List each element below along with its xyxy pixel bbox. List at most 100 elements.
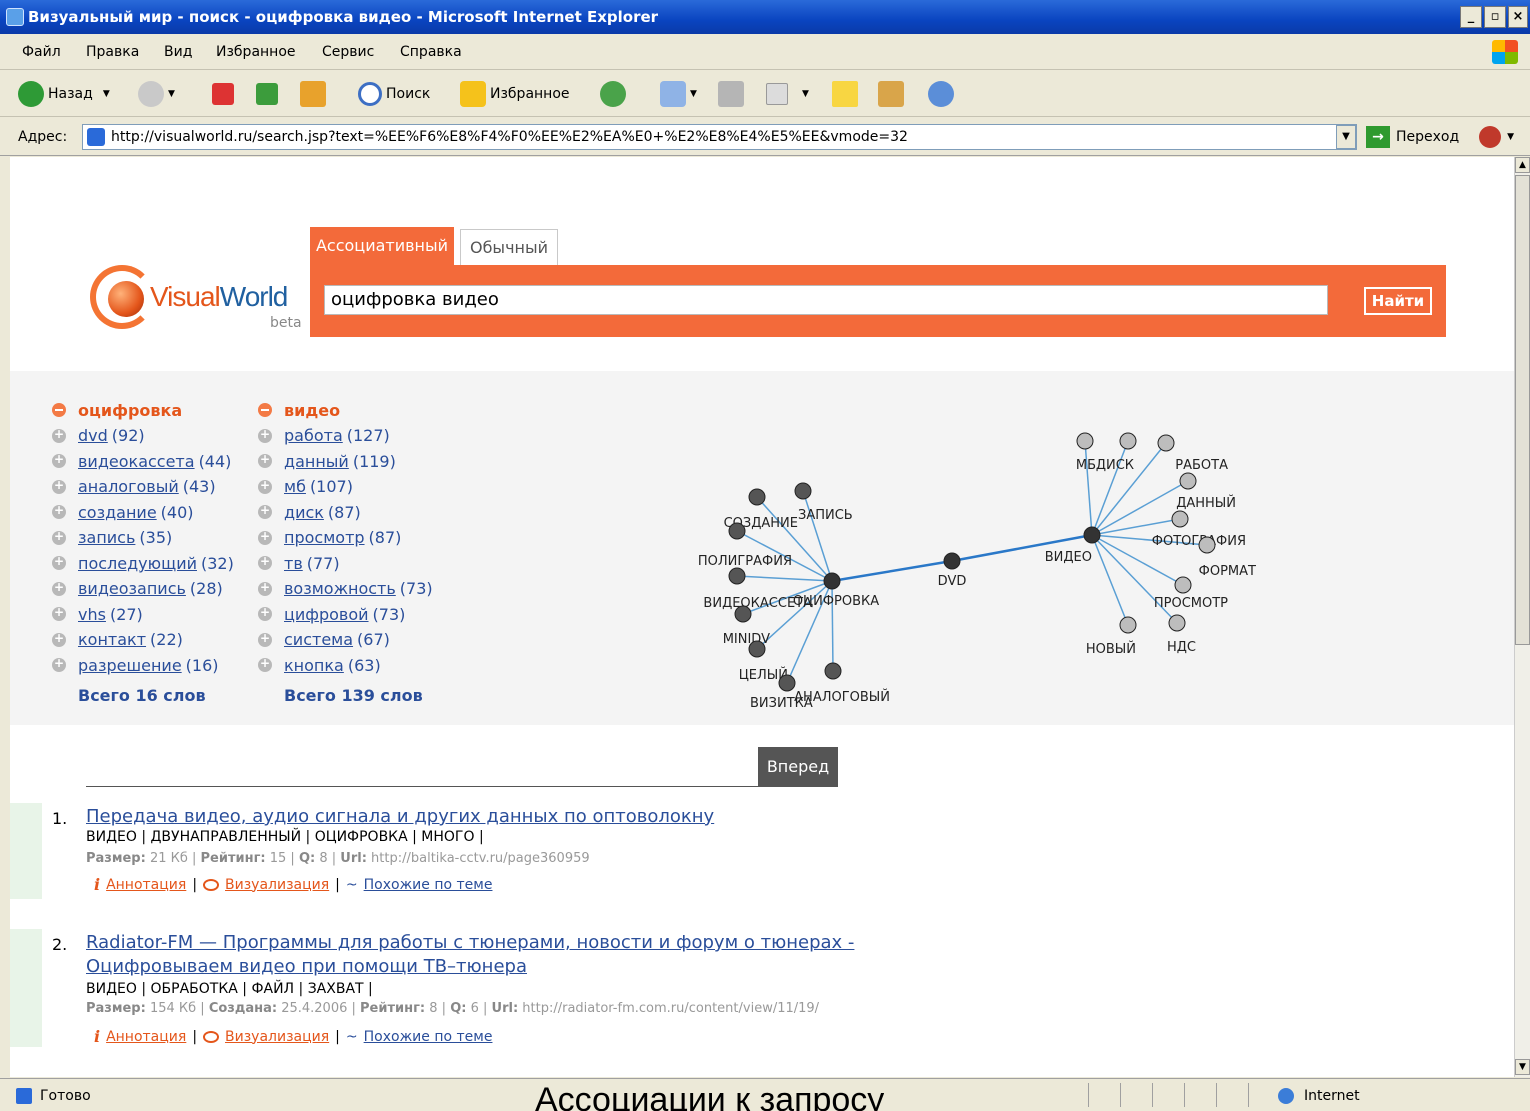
association-graph[interactable]: ЗАПИСЬСОЗДАНИЕПОЛИГРАФИЯВИДЕОКАССЕТАMINI…	[650, 371, 1290, 725]
graph-node[interactable]	[1157, 434, 1175, 452]
menu-file[interactable]: Файл	[22, 44, 61, 60]
association-link[interactable]: аналоговый	[78, 477, 179, 496]
graph-node[interactable]	[794, 482, 812, 500]
column-header[interactable]: видео	[258, 397, 433, 423]
graph-node[interactable]	[1171, 510, 1189, 528]
menu-edit[interactable]: Правка	[86, 44, 139, 60]
forward-button[interactable]: Вперед	[758, 747, 838, 787]
association-link[interactable]: диск	[284, 503, 324, 522]
scroll-up-button[interactable]: ▲	[1515, 157, 1530, 173]
tab-associative[interactable]: Ассоциативный	[310, 227, 454, 265]
graph-node[interactable]	[1076, 432, 1094, 450]
graph-hub-node[interactable]	[943, 552, 961, 570]
graph-node[interactable]	[728, 567, 746, 585]
similar-link[interactable]: Похожие по теме	[364, 877, 493, 893]
expand-icon[interactable]	[52, 427, 66, 443]
result-title-link[interactable]: Radiator-FM — Программы для работы с тюн…	[86, 931, 926, 979]
edit-button[interactable]: ▼	[766, 79, 809, 109]
expand-icon[interactable]	[52, 580, 66, 596]
result-title-link[interactable]: Передача видео, аудио сигнала и других д…	[86, 805, 926, 829]
search-input[interactable]: оцифровка видео	[324, 285, 1328, 315]
association-link[interactable]: последующий	[78, 554, 197, 573]
maximize-button[interactable]: ▫	[1484, 6, 1506, 28]
expand-icon[interactable]	[52, 452, 66, 469]
graph-node[interactable]	[1119, 432, 1137, 450]
visualization-link[interactable]: Визуализация	[225, 1029, 329, 1045]
collapse-icon[interactable]	[52, 403, 66, 417]
messenger-button[interactable]	[928, 79, 958, 109]
address-dropdown-button[interactable]: ▼	[1336, 125, 1356, 149]
association-link[interactable]: возможность	[284, 579, 396, 598]
graph-node[interactable]	[778, 674, 796, 692]
expand-icon[interactable]	[258, 478, 272, 494]
scroll-thumb[interactable]	[1515, 175, 1530, 645]
graph-node[interactable]	[1198, 536, 1216, 554]
refresh-button[interactable]	[256, 79, 282, 109]
minimize-button[interactable]: _	[1460, 6, 1482, 28]
stop-button[interactable]	[212, 79, 238, 109]
graph-node[interactable]	[748, 640, 766, 658]
graph-node[interactable]	[1119, 616, 1137, 634]
vertical-scrollbar[interactable]: ▲ ▼	[1514, 157, 1530, 1077]
favorites-button[interactable]: Избранное	[460, 79, 570, 109]
annotation-link[interactable]: Аннотация	[106, 1029, 186, 1045]
graph-node[interactable]	[1174, 576, 1192, 594]
association-link[interactable]: работа	[284, 426, 343, 445]
expand-icon[interactable]	[258, 580, 272, 596]
association-link[interactable]: тв	[284, 554, 303, 573]
annotation-link[interactable]: Аннотация	[106, 877, 186, 893]
expand-icon[interactable]	[258, 605, 272, 622]
menu-help[interactable]: Справка	[400, 44, 462, 60]
expand-icon[interactable]	[258, 529, 272, 545]
association-link[interactable]: система	[284, 630, 353, 649]
association-link[interactable]: видеозапись	[78, 579, 186, 598]
expand-icon[interactable]	[52, 503, 66, 520]
association-link[interactable]: видеокассета	[78, 452, 195, 471]
go-button[interactable]: → Переход ▼	[1366, 126, 1514, 148]
menu-view[interactable]: Вид	[164, 44, 192, 60]
expand-icon[interactable]	[258, 452, 272, 469]
forward-nav-button[interactable]: ▼	[138, 79, 175, 109]
collapse-icon[interactable]	[258, 403, 272, 417]
discuss-button[interactable]	[832, 79, 862, 109]
similar-link[interactable]: Похожие по теме	[364, 1029, 493, 1045]
association-link[interactable]: vhs	[78, 605, 106, 624]
history-button[interactable]	[600, 79, 630, 109]
print-button[interactable]	[718, 79, 748, 109]
association-link[interactable]: разрешение	[78, 656, 182, 675]
expand-icon[interactable]	[52, 656, 66, 673]
graph-hub-node[interactable]	[823, 572, 841, 590]
association-link[interactable]: просмотр	[284, 528, 365, 547]
association-link[interactable]: создание	[78, 503, 157, 522]
scroll-down-button[interactable]: ▼	[1515, 1059, 1530, 1075]
home-button[interactable]	[300, 79, 330, 109]
translate-icon[interactable]	[1479, 126, 1502, 148]
visualworld-logo[interactable]: VisualWorld beta	[80, 257, 310, 337]
visualization-link[interactable]: Визуализация	[225, 877, 329, 893]
association-link[interactable]: запись	[78, 528, 135, 547]
back-button[interactable]: Назад ▼	[18, 79, 110, 109]
graph-node[interactable]	[824, 662, 842, 680]
association-link[interactable]: dvd	[78, 426, 108, 445]
tab-normal[interactable]: Обычный	[460, 229, 558, 265]
find-button[interactable]: Найти	[1364, 287, 1432, 315]
expand-icon[interactable]	[258, 503, 272, 520]
graph-node[interactable]	[1168, 614, 1186, 632]
expand-icon[interactable]	[258, 631, 272, 647]
graph-node[interactable]	[728, 522, 746, 540]
expand-icon[interactable]	[258, 656, 272, 673]
expand-icon[interactable]	[52, 605, 66, 622]
graph-node[interactable]	[734, 605, 752, 623]
expand-icon[interactable]	[258, 554, 272, 571]
address-input[interactable]: http://visualworld.ru/search.jsp?text=%E…	[82, 124, 1357, 150]
search-button[interactable]: Поиск	[358, 79, 430, 109]
menu-favorites[interactable]: Избранное	[216, 44, 296, 60]
association-link[interactable]: кнопка	[284, 656, 344, 675]
graph-hub-node[interactable]	[1083, 526, 1101, 544]
expand-icon[interactable]	[52, 554, 66, 571]
association-link[interactable]: мб	[284, 477, 306, 496]
menu-tools[interactable]: Сервис	[322, 44, 374, 60]
association-link[interactable]: цифровой	[284, 605, 369, 624]
graph-node[interactable]	[1179, 472, 1197, 490]
close-button[interactable]: ×	[1508, 6, 1528, 28]
